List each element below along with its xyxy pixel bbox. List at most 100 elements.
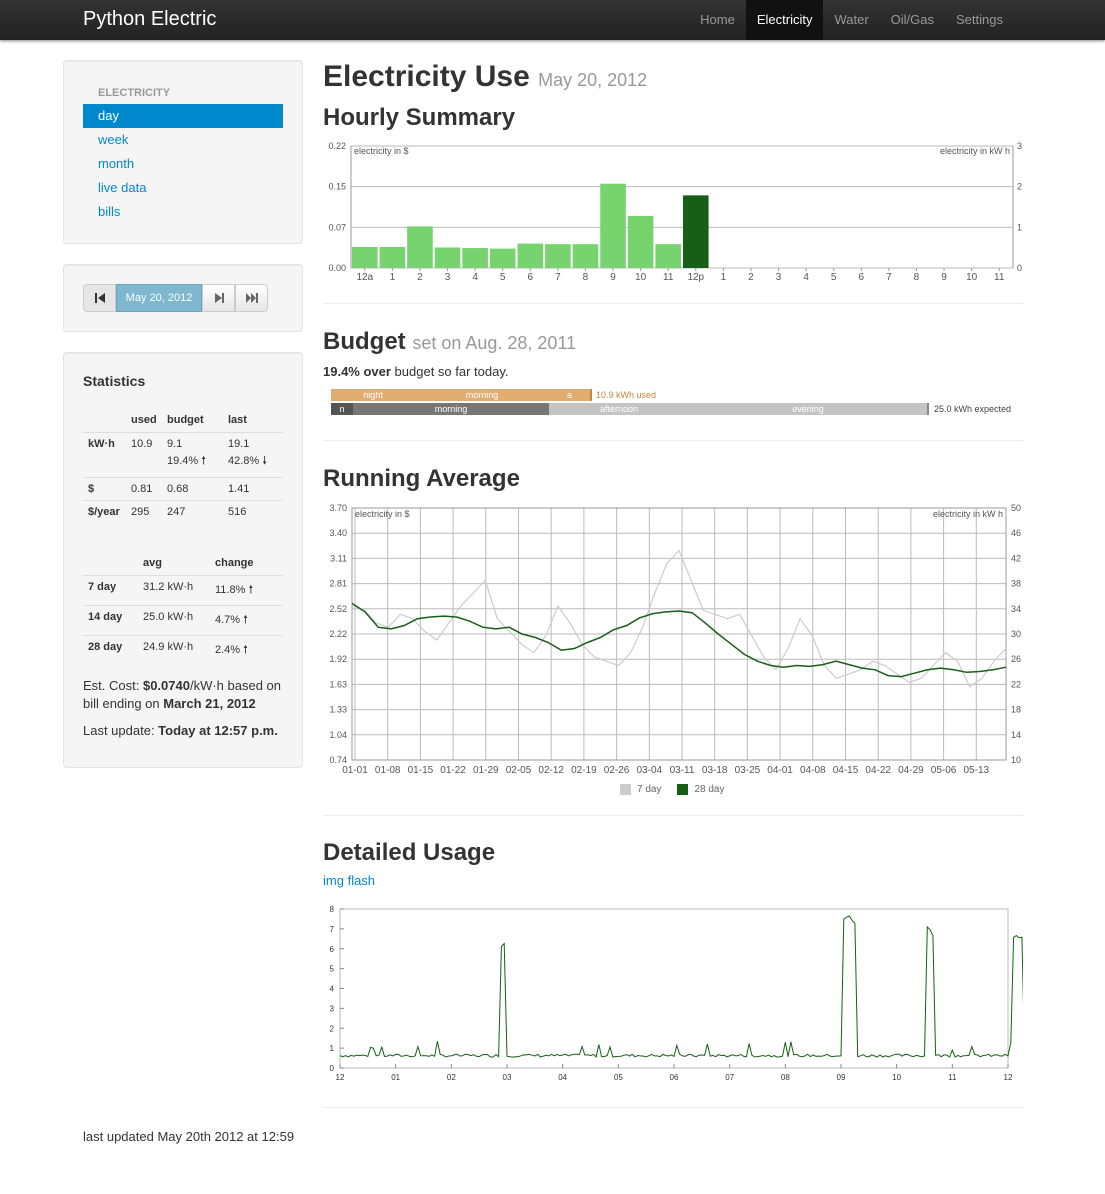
table-row: 7 day 31.2 kW·h 11.8% 🠕 [83, 574, 283, 605]
img-link[interactable]: img [323, 873, 344, 888]
nav-settings[interactable]: Settings [945, 0, 1014, 40]
x-tick-label: 05-13 [964, 765, 990, 776]
date-button-group: May 20, 2012 [83, 284, 268, 312]
x-tick-label: 03 [503, 1073, 512, 1082]
y-tick-label: 1.04 [329, 730, 347, 740]
x-tick-label: 01-01 [342, 765, 368, 776]
hourly-bar [434, 247, 461, 268]
x-tick-label: 6 [528, 272, 534, 283]
y-tick-label: 0 [330, 1064, 335, 1073]
row-label: kW·h [83, 431, 126, 477]
x-tick-label: 12a [356, 272, 373, 283]
kwh-budget-pct: 19.4% [167, 454, 199, 467]
last-date-button[interactable] [235, 284, 268, 312]
y-tick-label: 2 [330, 1024, 335, 1033]
x-tick-label: 03-18 [702, 765, 728, 776]
x-tick-label: 04-29 [898, 765, 924, 776]
x-tick-label: 04-22 [865, 765, 891, 776]
y-tick-label: 0.15 [328, 182, 346, 192]
detailed-usage-chart: 01234567812 01 02 03 04 05 06 07 08 09 10 11 12 [330, 905, 1023, 1082]
avg-value: 31.2 kW·h [138, 574, 210, 605]
budget-actual-afternoon: a [549, 389, 592, 401]
y2-axis-label: electricity in kW h [940, 146, 1010, 156]
budget-title: Budget set on Aug. 28, 2011 [323, 328, 576, 356]
arrow-up-icon: 🠕 [243, 613, 248, 626]
x-tick-label: 02 [447, 1073, 456, 1082]
divider [323, 815, 1023, 816]
x-tick-label: 5 [831, 272, 837, 283]
change-cell: 4.7% 🠕 [210, 604, 283, 635]
running-average-title: Running Average [323, 465, 520, 492]
x-tick-label: 01-08 [375, 765, 401, 776]
x-tick-label: 4 [803, 272, 809, 283]
nav-electricity[interactable]: Electricity [745, 0, 824, 40]
y-tick-label: 2.52 [329, 604, 347, 614]
change-value: 4.7% [215, 613, 241, 626]
x-tick-label: 9 [610, 272, 616, 283]
x-tick-label: 08 [781, 1073, 790, 1082]
divider [323, 303, 1023, 304]
divider [323, 1107, 1023, 1108]
hourly-bar [572, 244, 599, 268]
y-tick-label: 0.07 [328, 222, 346, 232]
hourly-bar [407, 226, 433, 268]
hourly-bar [655, 244, 681, 268]
y2-tick-label: 38 [1011, 579, 1021, 589]
nav-home[interactable]: Home [689, 0, 746, 40]
arrow-up-icon: 🠕 [248, 583, 254, 596]
next-date-button[interactable] [202, 284, 235, 312]
x-tick-label: 09 [837, 1073, 846, 1082]
col-header-avg: avg [143, 556, 162, 569]
hourly-bar [489, 248, 516, 268]
sidebar-item-label[interactable]: live data [98, 180, 146, 195]
brand-logo[interactable]: Python Electric [83, 8, 216, 31]
y2-tick-label: 10 [1011, 755, 1021, 765]
hourly-summary-chart: 0.00 0.07 0.15 0.22 0 1 2 3 electricity in $ elec… [328, 141, 1022, 283]
change-cell: 11.8% 🠕 [210, 574, 283, 605]
first-date-button[interactable] [83, 284, 116, 312]
avg-value: 24.9 kW·h [138, 634, 210, 665]
legend-label-7day: 7 day [637, 784, 662, 795]
sidebar-item-month[interactable]: month [83, 152, 283, 176]
x-tick-label: 10 [892, 1073, 901, 1082]
row-label: 7 day [83, 574, 138, 605]
x-tick-label: 02-12 [538, 765, 564, 776]
x-tick-label: 02-19 [571, 765, 597, 776]
budget-expected-night: n [331, 403, 353, 415]
sidebar-item-bills[interactable]: bills [83, 200, 283, 224]
sidebar-item-label[interactable]: bills [98, 204, 120, 219]
nav-water[interactable]: Water [823, 0, 879, 40]
sidebar-item-label[interactable]: week [98, 132, 128, 147]
x-tick-label: 1 [390, 272, 396, 283]
nav-oil-gas[interactable]: Oil/Gas [880, 0, 945, 40]
y-tick-label: 2.81 [329, 579, 347, 589]
year-used: 295 [126, 499, 162, 523]
budget-title-text: Budget [323, 328, 406, 355]
hourly-bar [683, 195, 709, 268]
update-label: Last update: [83, 723, 159, 738]
est-date: March 21, 2012 [163, 696, 256, 711]
running-average-chart: 0.74 1.04 1.33 1.63 1.92 2.22 2.52 2.81 3.11 3.40… [329, 503, 1021, 776]
sidebar-item-live-data[interactable]: live data [83, 176, 283, 200]
main-nav: Home Electricity Water Oil/Gas Settings [689, 0, 1014, 40]
sidebar-item-label[interactable]: month [98, 156, 134, 171]
x-tick-label: 10 [635, 272, 647, 283]
x-tick-label: 3 [776, 272, 782, 283]
divider [323, 440, 1023, 441]
date-select-button[interactable]: May 20, 2012 [116, 284, 202, 312]
sidebar-item-day[interactable]: day [83, 104, 283, 128]
hourly-summary-title: Hourly Summary [323, 104, 516, 131]
y-tick-label: 6 [330, 945, 335, 954]
step-next-icon [214, 293, 224, 303]
table-row: 14 day 25.0 kW·h 4.7% 🠕 [83, 604, 283, 635]
y-tick-label: 1 [330, 1044, 335, 1053]
flash-link[interactable]: flash [348, 873, 375, 888]
row-label: 14 day [83, 604, 138, 635]
y2-tick-label: 46 [1011, 528, 1021, 538]
kwh-last-cell: 19.1 42.8% 🠗 [223, 431, 283, 477]
x-tick-label: 05-06 [931, 765, 957, 776]
budget-expected-note: 25.0 kWh expected [934, 404, 1012, 414]
sidebar-item-week[interactable]: week [83, 128, 283, 152]
x-tick-label: 2 [748, 272, 754, 283]
top-navbar: Python Electric Home Electricity Water O… [0, 0, 1105, 40]
